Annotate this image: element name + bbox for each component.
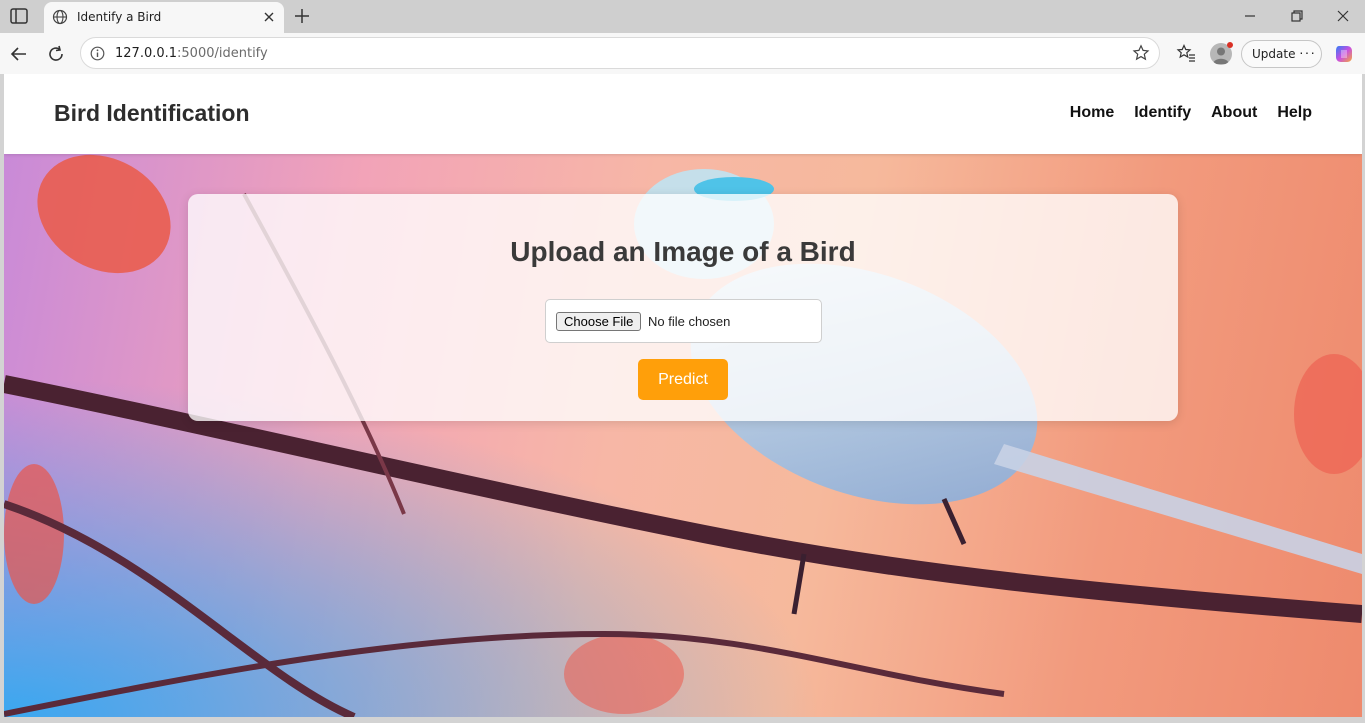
site-info-icon[interactable] [90, 46, 105, 61]
globe-icon [52, 9, 68, 25]
file-input[interactable]: Choose File No file chosen [545, 299, 822, 343]
url-host: 127.0.0.1 [115, 46, 178, 61]
browser-toolbar: 127.0.0.1:5000/identify Update ··· [0, 33, 1365, 74]
predict-button[interactable]: Predict [638, 359, 728, 400]
choose-file-button[interactable]: Choose File [556, 312, 642, 331]
browser-tab-bar: Identify a Bird [0, 0, 1365, 33]
close-window-icon[interactable] [1336, 9, 1350, 23]
upload-title: Upload an Image of a Bird [510, 236, 856, 267]
notification-dot [1227, 42, 1233, 48]
restore-icon[interactable] [1290, 9, 1304, 23]
update-label: Update [1252, 47, 1296, 61]
nav-about-link[interactable]: About [1211, 104, 1257, 122]
tab-title: Identify a Bird [77, 10, 162, 24]
nav-home-link[interactable]: Home [1070, 104, 1114, 122]
refresh-icon[interactable] [47, 45, 65, 63]
url-text: 127.0.0.1:5000/identify [115, 46, 268, 61]
page-viewport: Bird Identification Home Identify About … [4, 74, 1362, 717]
favorites-icon[interactable] [1176, 44, 1196, 62]
minimize-icon[interactable] [1243, 9, 1257, 23]
sidebar-toggle-icon[interactable] [10, 8, 28, 24]
url-path: :5000/identify [177, 46, 268, 61]
more-menu-icon[interactable]: ··· [1299, 44, 1316, 60]
site-nav: Home Identify About Help [1070, 104, 1312, 122]
nav-help-link[interactable]: Help [1277, 104, 1312, 122]
copilot-icon[interactable] [1333, 43, 1355, 65]
file-status-text: No file chosen [648, 314, 731, 329]
new-tab-icon[interactable] [293, 7, 311, 25]
update-button[interactable]: Update ··· [1241, 40, 1322, 68]
close-tab-icon[interactable] [262, 10, 276, 24]
back-arrow-icon[interactable] [10, 45, 28, 63]
site-header: Bird Identification Home Identify About … [4, 74, 1362, 154]
nav-identify-link[interactable]: Identify [1134, 104, 1191, 122]
favorite-star-icon[interactable] [1132, 44, 1150, 62]
site-brand: Bird Identification [54, 100, 250, 126]
upload-card: Upload an Image of a Bird Choose File No… [188, 194, 1178, 421]
window-bottom-border [0, 717, 1365, 723]
hero-background: Upload an Image of a Bird Choose File No… [4, 154, 1362, 717]
address-bar[interactable]: 127.0.0.1:5000/identify [80, 37, 1160, 69]
browser-tab[interactable]: Identify a Bird [44, 2, 284, 33]
